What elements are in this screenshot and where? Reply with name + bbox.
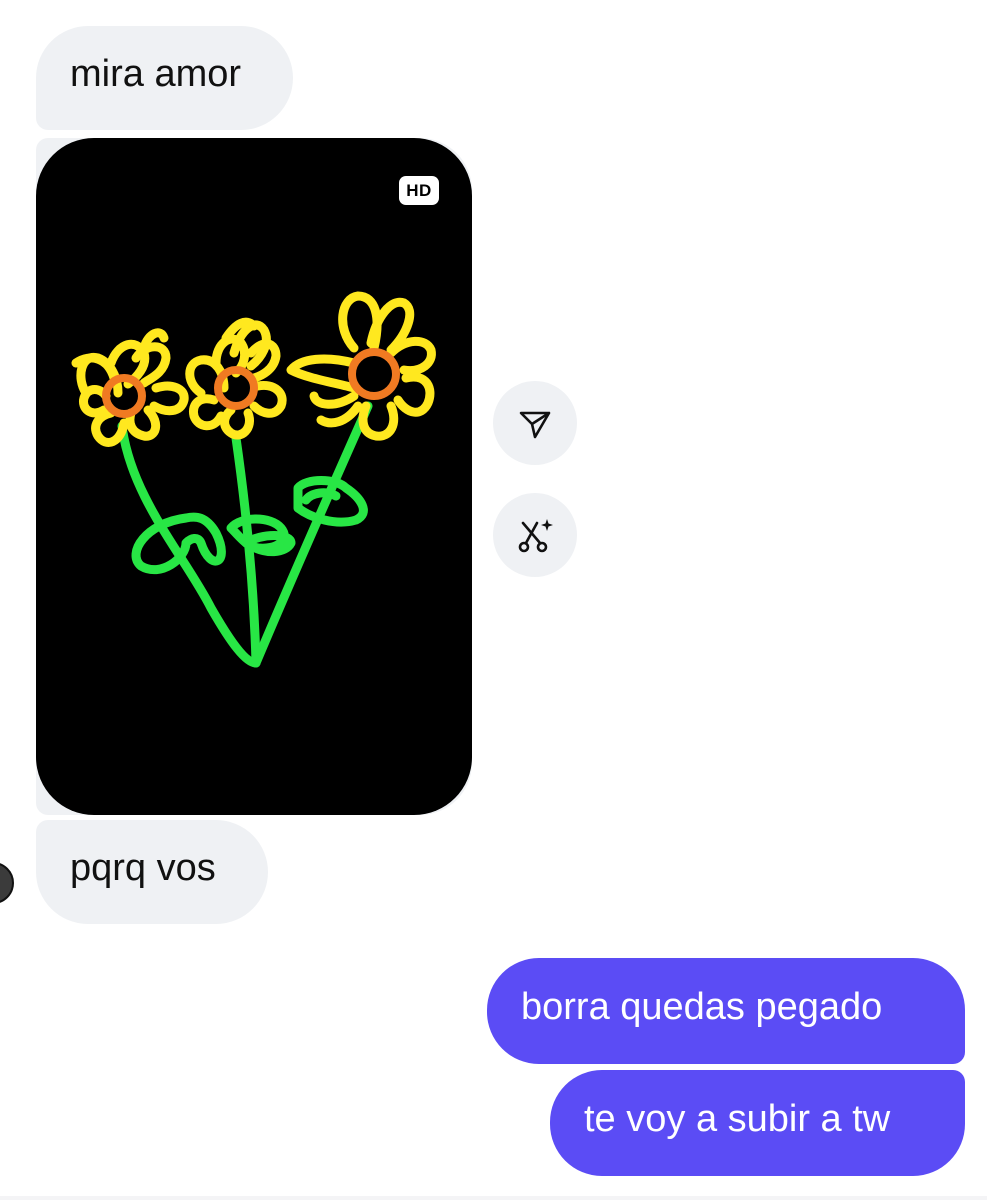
message-text: mira amor — [70, 53, 242, 95]
message-text: te voy a subir a tw — [584, 1098, 891, 1140]
message-text: pqrq vos — [70, 847, 216, 889]
sunflower-right — [286, 291, 436, 441]
avatar[interactable] — [0, 862, 14, 904]
sunflower-drawing-image — [71, 291, 436, 668]
sunflower-left — [71, 328, 189, 447]
cutout-button[interactable] — [493, 493, 577, 577]
chat-thread: mira amor HD pqrq vos borra quedas pegad… — [0, 0, 987, 1200]
divider — [0, 1196, 987, 1200]
sunflower-middle — [185, 317, 287, 440]
share-button[interactable] — [493, 381, 577, 465]
incoming-message-bubble[interactable]: mira amor — [36, 26, 293, 130]
incoming-message-bubble[interactable]: pqrq vos — [36, 820, 268, 924]
stems — [117, 401, 373, 668]
hd-badge: HD — [399, 176, 439, 205]
scissors-sparkle-icon — [518, 519, 553, 553]
outgoing-message-bubble[interactable]: borra quedas pegado — [487, 958, 965, 1064]
outgoing-message-bubble[interactable]: te voy a subir a tw — [550, 1070, 965, 1176]
message-text: borra quedas pegado — [521, 986, 883, 1028]
send-icon — [519, 411, 551, 439]
